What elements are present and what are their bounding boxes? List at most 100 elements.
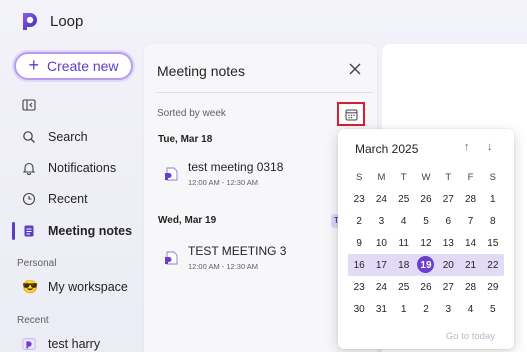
calendar-day-number: 15	[487, 237, 499, 249]
calendar-popup: March 2025 ↑ ↓ S M T W T F S 23 24 25 26 27 2…	[338, 129, 514, 349]
calendar-day-number: 28	[464, 193, 477, 205]
app-name: Loop	[50, 12, 84, 30]
create-new-button[interactable]: + Create new	[14, 52, 133, 80]
calendar-day-number: 17	[375, 259, 387, 271]
meeting-item[interactable]: TEST MEETING 3 12:00 AM - 12:30 AM	[164, 244, 286, 271]
calendar-day-cell[interactable]: 26	[415, 282, 437, 293]
calendar-day-number: 26	[420, 281, 432, 293]
calendar-day-number: 25	[398, 193, 410, 205]
calendar-day-cell[interactable]: 27	[437, 194, 459, 205]
calendar-day-cell[interactable]: 20	[437, 260, 459, 271]
calendar-day-cell[interactable]: 2	[348, 216, 370, 227]
sidebar-item-recent-page[interactable]: test harry	[22, 333, 100, 352]
calendar-day-cell[interactable]: 7	[459, 216, 481, 227]
go-to-today-button[interactable]: Go to today	[446, 331, 495, 342]
calendar-day-number: 14	[464, 237, 477, 249]
sidebar-item-notifications[interactable]: Notifications	[22, 157, 116, 179]
loop-logo-icon	[23, 13, 37, 30]
sidebar-item-my-workspace[interactable]: 😎 My workspace	[22, 276, 128, 298]
calendar-day-cell[interactable]: 16	[348, 260, 370, 271]
calendar-day-cell[interactable]: 1	[393, 304, 415, 315]
calendar-day-cell[interactable]: 14	[459, 238, 481, 249]
calendar-day-cell[interactable]: 9	[348, 238, 370, 249]
calendar-day-number: 3	[378, 215, 385, 227]
section-recent: Recent	[17, 315, 49, 326]
calendar-month-label: March 2025	[355, 142, 419, 156]
calendar-day-cell[interactable]: 28	[459, 282, 481, 293]
calendar-day-cell[interactable]: 8	[482, 216, 504, 227]
calendar-day-number: 2	[356, 215, 362, 227]
calendar-day-number: 22	[487, 259, 499, 271]
calendar-grid: S M T W T F S 23 24 25 26 27 28 1 2 3 4 5 6 7 8 9 10 11 1…	[348, 166, 504, 320]
calendar-day-cell[interactable]: 5	[482, 304, 504, 315]
meeting-note-icon	[165, 251, 178, 265]
calendar-day-number: 23	[353, 193, 365, 205]
calendar-day-number: 23	[353, 281, 365, 293]
calendar-day-cell[interactable]: 28	[459, 194, 481, 205]
calendar-day-number: 18	[398, 259, 410, 271]
calendar-day-cell[interactable]: 3	[370, 216, 392, 227]
calendar-day-number: 3	[445, 303, 452, 315]
meeting-time: 12:00 AM - 12:30 AM	[188, 262, 259, 271]
calendar-day-cell[interactable]: 2	[415, 304, 437, 315]
day-header: Wed, Mar 19	[158, 215, 217, 226]
calendar-day-cell[interactable]: 23	[348, 194, 370, 205]
weekday-label: T	[400, 171, 407, 183]
sidebar-item-label: My workspace	[48, 280, 128, 294]
calendar-day-number: 27	[442, 193, 454, 205]
close-icon[interactable]	[348, 62, 362, 76]
calendar-day-number: 5	[490, 303, 496, 315]
sidebar-item-label: Search	[48, 130, 88, 144]
divider	[156, 92, 373, 93]
calendar-day-cell[interactable]: 18	[393, 260, 415, 271]
previous-month-arrow-icon[interactable]: ↑	[464, 141, 470, 153]
calendar-picker-button[interactable]	[337, 102, 365, 126]
collapse-sidebar-button[interactable]	[22, 94, 36, 116]
calendar-day-cell[interactable]: 4	[393, 216, 415, 227]
calendar-day-cell[interactable]: 21	[459, 260, 481, 271]
calendar-day-cell[interactable]: 3	[437, 304, 459, 315]
calendar-today-cell[interactable]: 19	[415, 256, 437, 273]
calendar-day-cell[interactable]: 25	[393, 194, 415, 205]
calendar-day-cell[interactable]: 31	[370, 304, 392, 315]
calendar-day-cell[interactable]: 1	[482, 194, 504, 205]
panel-title: Meeting notes	[157, 63, 245, 79]
calendar-day-cell[interactable]: 30	[348, 304, 370, 315]
calendar-day-cell[interactable]: 10	[370, 238, 392, 249]
create-new-label: Create new	[46, 58, 119, 74]
calendar-day-cell[interactable]: 22	[482, 260, 504, 271]
next-month-arrow-icon[interactable]: ↓	[487, 141, 493, 153]
calendar-day-number: 9	[356, 237, 362, 249]
calendar-week-row: 23 24 25 26 27 28 1	[348, 188, 504, 210]
calendar-day-cell[interactable]: 5	[415, 216, 437, 227]
calendar-icon	[345, 109, 357, 120]
calendar-day-cell[interactable]: 15	[482, 238, 504, 249]
calendar-day-number: 16	[353, 259, 365, 271]
weekday-label: W	[421, 171, 431, 183]
sidebar-item-label: Recent	[48, 192, 88, 206]
calendar-day-number: 12	[420, 237, 432, 249]
sidebar-item-recent[interactable]: Recent	[22, 188, 88, 210]
calendar-day-cell[interactable]: 13	[437, 238, 459, 249]
calendar-day-number: 10	[375, 237, 387, 249]
calendar-day-cell[interactable]: 11	[393, 238, 415, 249]
calendar-day-cell[interactable]: 23	[348, 282, 370, 293]
meeting-item[interactable]: test meeting 0318 12:00 AM - 12:30 AM	[164, 160, 283, 187]
calendar-day-cell[interactable]: 4	[459, 304, 481, 315]
calendar-day-cell[interactable]: 24	[370, 194, 392, 205]
calendar-day-cell[interactable]: 29	[482, 282, 504, 293]
calendar-day-cell[interactable]: 12	[415, 238, 437, 249]
calendar-day-cell[interactable]: 17	[370, 260, 392, 271]
calendar-week-row: 2 3 4 5 6 7 8	[348, 210, 504, 232]
calendar-day-cell[interactable]: 26	[415, 194, 437, 205]
calendar-day-cell[interactable]: 27	[437, 282, 459, 293]
calendar-day-cell[interactable]: 24	[370, 282, 392, 293]
calendar-day-cell[interactable]: 6	[437, 216, 459, 227]
calendar-day-cell[interactable]: 25	[393, 282, 415, 293]
sidebar-item-search[interactable]: Search	[22, 126, 88, 148]
meeting-title: TEST MEETING 3	[188, 244, 287, 258]
calendar-weeks: 23 24 25 26 27 28 1 2 3 4 5 6 7 8 9 10 11 12 13 14 15 16 17 18 1…	[348, 188, 504, 320]
active-indicator	[12, 222, 15, 240]
sidebar-item-meeting-notes[interactable]: Meeting notes	[22, 220, 132, 242]
calendar-day-number: 31	[375, 303, 387, 315]
